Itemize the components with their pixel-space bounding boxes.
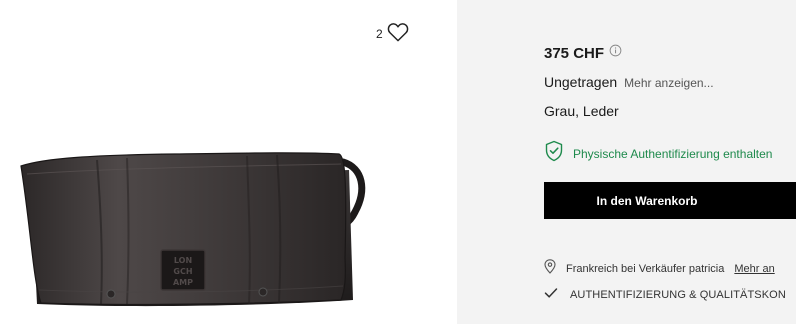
- location-pin-icon: [544, 259, 556, 279]
- favorite-button[interactable]: 2: [376, 22, 409, 46]
- condition-row: Ungetragen Mehr anzeigen...: [544, 74, 714, 90]
- product-gallery: 2 LON GCH AMP: [0, 0, 457, 324]
- authentication-service-row: AUTHENTIFIZIERUNG & QUALITÄTSKON: [544, 286, 786, 304]
- shield-check-icon: [544, 140, 564, 167]
- seller-location-row: Frankreich bei Verkäufer patricia Mehr a…: [544, 259, 775, 279]
- authentication-text: Physische Authentifizierung enthalten: [573, 146, 773, 161]
- svg-text:LON: LON: [174, 256, 192, 265]
- color-material: Grau, Leder: [544, 103, 619, 119]
- like-count: 2: [376, 27, 383, 41]
- price-row: 375 CHF: [544, 44, 622, 62]
- svg-text:GCH: GCH: [173, 267, 192, 276]
- svg-text:AMP: AMP: [173, 278, 193, 287]
- show-more-link[interactable]: Mehr anzeigen...: [624, 76, 713, 90]
- product-details-panel: 375 CHF Ungetragen Mehr anzeigen... Grau…: [457, 0, 796, 324]
- checkmark-icon: [544, 286, 558, 304]
- authentication-service-text: AUTHENTIFIZIERUNG & QUALITÄTSKON: [570, 289, 786, 301]
- authentication-badge: Physische Authentifizierung enthalten: [544, 140, 772, 167]
- info-icon[interactable]: [609, 44, 622, 62]
- seller-more-link[interactable]: Mehr an: [734, 263, 774, 275]
- product-image[interactable]: LON GCH AMP: [15, 140, 395, 324]
- price: 375 CHF: [544, 44, 605, 62]
- heart-icon: [387, 22, 409, 47]
- add-to-cart-button[interactable]: In den Warenkorb: [544, 182, 796, 219]
- condition-value: Ungetragen: [544, 74, 618, 90]
- seller-location: Frankreich bei Verkäufer patricia: [566, 263, 725, 275]
